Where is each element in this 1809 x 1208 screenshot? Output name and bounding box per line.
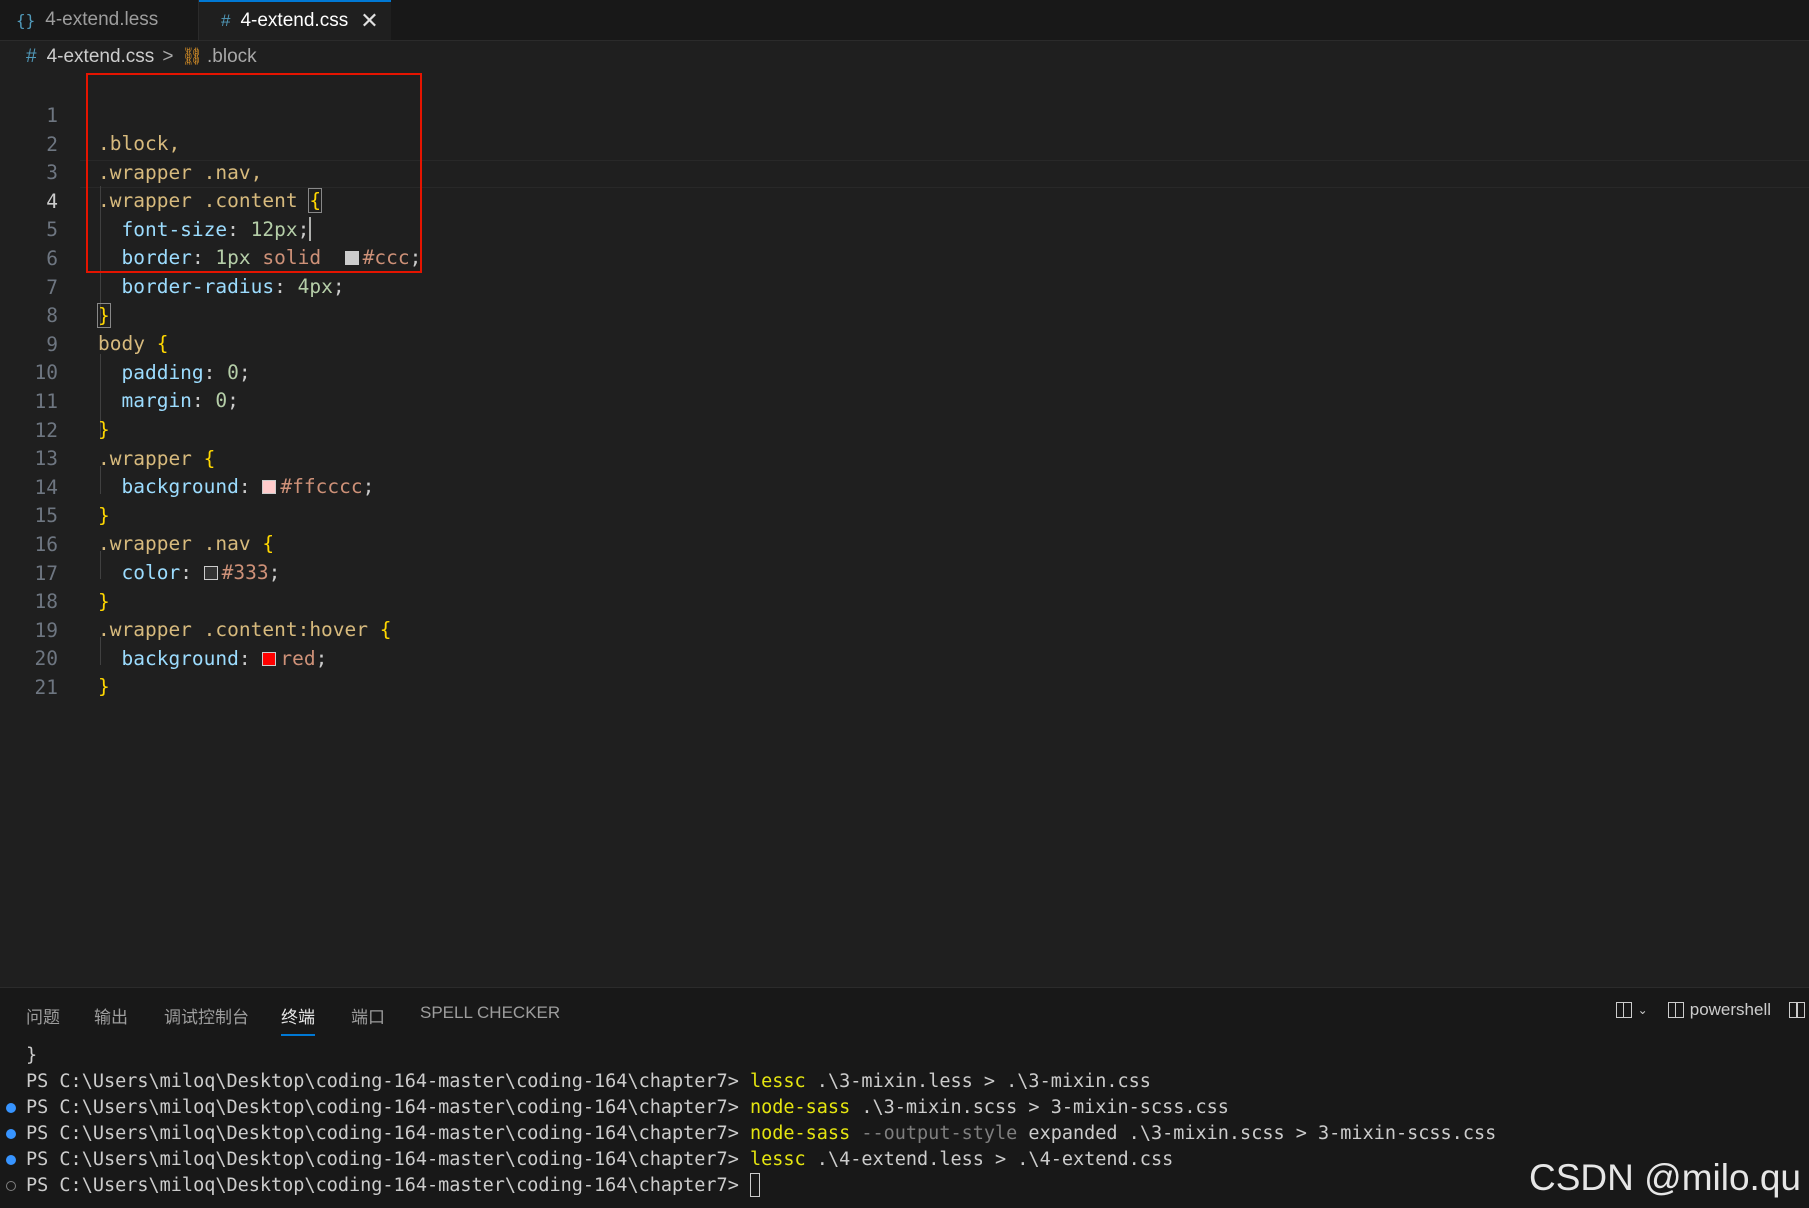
command-args: .\3-mixin.scss > 3-mixin-scss.css	[850, 1097, 1229, 1118]
editor-tab-bar: {} 4-extend.less # 4-extend.css ✕	[0, 0, 1809, 41]
code-line: 12 .wrapper {	[0, 389, 1809, 470]
code-line: 13 background: #ffcccc;	[0, 417, 1809, 498]
close-icon[interactable]: ✕	[360, 8, 378, 34]
code-line: 19 background: red;	[0, 589, 1809, 670]
code-line: 9 padding: 0;	[0, 303, 1809, 384]
shell-label[interactable]: powershell	[1690, 1000, 1771, 1020]
tab-label: 4-extend.css	[240, 10, 349, 31]
command-status-dot[interactable]	[6, 1129, 16, 1139]
tab-4-extend-css[interactable]: # 4-extend.css ✕	[199, 0, 391, 40]
terminal-line: PS C:\Users\miloq\Desktop\coding-164-mas…	[26, 1147, 1173, 1173]
code-line: 15 .wrapper .nav {	[0, 474, 1809, 555]
prompt: PS C:\Users\miloq\Desktop\coding-164-mas…	[26, 1097, 750, 1118]
terminal-line: PS C:\Users\miloq\Desktop\coding-164-mas…	[26, 1069, 1151, 1095]
breadcrumb-symbol[interactable]: .block	[207, 46, 257, 68]
less-file-icon: {}	[16, 10, 36, 30]
split-terminal-icon[interactable]	[1615, 1002, 1632, 1018]
terminal-panel-icon	[1667, 1002, 1684, 1018]
tab-problems[interactable]: 问题	[26, 1003, 60, 1028]
command: node-sass	[749, 1097, 851, 1118]
tab-label: 4-extend.less	[45, 9, 159, 30]
terminal-line: PS C:\Users\miloq\Desktop\coding-164-mas…	[26, 1173, 760, 1199]
tab-4-extend-less[interactable]: {} 4-extend.less	[0, 0, 199, 40]
command-status-dot[interactable]	[6, 1181, 16, 1191]
command: lessc	[749, 1071, 806, 1092]
tab-debug-console[interactable]: 调试控制台	[164, 1003, 249, 1028]
code-line: 10 margin: 0;	[0, 331, 1809, 412]
tab-ports[interactable]: 端口	[351, 1003, 385, 1028]
selector-symbol-icon: ⛓	[181, 47, 204, 66]
tab-output[interactable]: 输出	[94, 1003, 128, 1028]
code-line: 20 }	[0, 617, 1809, 698]
highlight-annotation-box	[86, 73, 422, 273]
line-number: 21	[34, 676, 58, 699]
command: node-sass	[749, 1123, 851, 1144]
layout-icon[interactable]	[1789, 1002, 1805, 1018]
code-line: 16 color: #333;	[0, 503, 1809, 584]
terminal-cursor	[749, 1173, 760, 1197]
panel-actions: ⌄ powershell	[1615, 1000, 1809, 1020]
close-brace: }	[98, 675, 110, 699]
tab-terminal[interactable]: 终端	[281, 1003, 315, 1036]
command-flag: --output-style	[850, 1123, 1018, 1144]
command-status-dot[interactable]	[6, 1155, 16, 1165]
command-args: .\3-mixin.less > .\3-mixin.css	[805, 1071, 1151, 1092]
code-line: 11 }	[0, 360, 1809, 441]
code-line: 17 }	[0, 532, 1809, 613]
panel-tab-bar: 问题 输出 调试控制台 终端 端口 SPELL CHECKER ⌄ powers…	[0, 988, 1809, 1038]
code-line: 21	[0, 646, 1809, 699]
code-line: 14 }	[0, 446, 1809, 527]
chevron-down-icon[interactable]: ⌄	[1638, 1003, 1648, 1017]
css-file-icon: #	[221, 11, 231, 30]
code-line: 8 body {	[0, 274, 1809, 355]
prompt: PS C:\Users\miloq\Desktop\coding-164-mas…	[26, 1071, 750, 1092]
prompt: PS C:\Users\miloq\Desktop\coding-164-mas…	[26, 1123, 750, 1144]
terminal-line: }	[26, 1045, 38, 1066]
command-args: .\4-extend.less > .\4-extend.css	[805, 1149, 1174, 1170]
watermark: CSDN @milo.qu	[1529, 1157, 1801, 1198]
code-line: 18 .wrapper .content:hover {	[0, 560, 1809, 641]
css-file-icon: #	[26, 46, 37, 67]
terminal-line: PS C:\Users\miloq\Desktop\coding-164-mas…	[26, 1095, 1229, 1121]
breadcrumb-file[interactable]: 4-extend.css	[47, 46, 155, 68]
tab-spell-checker[interactable]: SPELL CHECKER	[420, 1003, 560, 1023]
terminal-line: PS C:\Users\miloq\Desktop\coding-164-mas…	[26, 1121, 1496, 1147]
breadcrumb: # 4-extend.css > ⛓ .block	[0, 42, 257, 72]
chevron-right-icon: >	[162, 46, 174, 67]
prompt: PS C:\Users\miloq\Desktop\coding-164-mas…	[26, 1149, 750, 1170]
command: lessc	[749, 1149, 806, 1170]
command-status-dot[interactable]	[6, 1103, 16, 1113]
prompt: PS C:\Users\miloq\Desktop\coding-164-mas…	[26, 1175, 750, 1196]
command-args: expanded .\3-mixin.scss > 3-mixin-scss.c…	[1017, 1123, 1497, 1144]
